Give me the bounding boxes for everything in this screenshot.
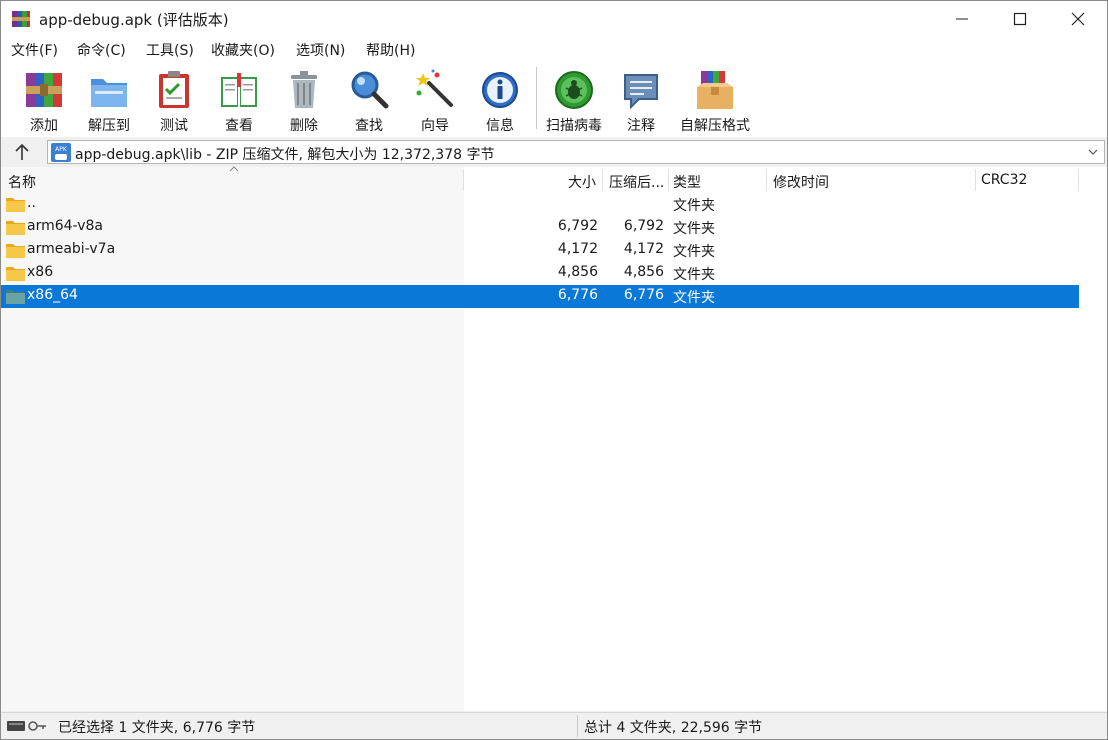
header-divider xyxy=(975,169,976,191)
folder-icon xyxy=(6,221,25,235)
scan-virus-button[interactable]: 扫描病毒 xyxy=(542,65,606,135)
menu-file[interactable]: 文件(F) xyxy=(11,40,58,60)
address-field[interactable]: APK app-debug.apk\lib - ZIP 压缩文件, 解包大小为 … xyxy=(47,140,1105,164)
row-type: 文件夹 xyxy=(673,290,715,306)
row-name: armeabi-v7a xyxy=(27,241,116,257)
row-size: 4,172 xyxy=(557,241,598,257)
row-type: 文件夹 xyxy=(673,244,715,260)
status-bar: 已经选择 1 文件夹, 6,776 字节 总计 4 文件夹, 22,596 字节 xyxy=(1,712,1107,739)
row-name: x86_64 xyxy=(27,287,78,303)
info-label: 信息 xyxy=(486,118,514,134)
svg-text:APK: APK xyxy=(55,146,68,153)
sfx-button[interactable]: 自解压格式 xyxy=(680,65,750,135)
menu-command[interactable]: 命令(C) xyxy=(77,40,126,60)
table-row-selected[interactable]: x86_64 6,776 6,776 文件夹 xyxy=(1,285,1079,308)
folder-icon xyxy=(6,290,25,304)
row-size: 6,776 xyxy=(557,287,598,303)
maximize-icon xyxy=(1013,12,1027,26)
menu-help[interactable]: 帮助(H) xyxy=(366,40,415,60)
table-row[interactable]: .. 文件夹 xyxy=(1,193,1079,216)
magnifier-icon xyxy=(351,71,389,109)
close-button[interactable] xyxy=(1049,1,1107,37)
status-divider xyxy=(577,715,578,737)
row-packed: 4,172 xyxy=(623,241,664,257)
row-type: 文件夹 xyxy=(673,221,715,237)
close-icon xyxy=(1071,12,1085,26)
menu-bar: 文件(F) 命令(C) 工具(S) 收藏夹(O) 选项(N) 帮助(H) xyxy=(1,37,1107,63)
header-divider xyxy=(668,169,669,191)
window-title: app-debug.apk (评估版本) xyxy=(39,11,229,29)
folder-icon xyxy=(6,244,25,258)
wizard-wand-icon xyxy=(416,69,453,107)
winrar-window: app-debug.apk (评估版本) 文件(F) 命令(C) 工具(S) 收… xyxy=(0,0,1108,740)
row-size: 6,792 xyxy=(557,218,598,234)
header-divider xyxy=(463,169,464,191)
maximize-button[interactable] xyxy=(991,1,1049,37)
row-type: 文件夹 xyxy=(673,198,715,214)
header-divider xyxy=(1078,169,1079,191)
winrar-app-icon xyxy=(12,11,30,27)
total-status: 总计 4 文件夹, 22,596 字节 xyxy=(584,720,763,736)
menu-favorites[interactable]: 收藏夹(O) xyxy=(211,40,275,60)
sort-ascending-icon xyxy=(229,166,239,172)
title-bar: app-debug.apk (评估版本) xyxy=(1,1,1107,37)
drive-key-icon xyxy=(7,721,46,731)
up-arrow-icon[interactable] xyxy=(11,142,33,162)
toolbar: 添加 解压到 测试 查看 删除 查找 向导 信息 扫描病毒 注释 自解压格式 xyxy=(1,63,1107,137)
selection-status: 已经选择 1 文件夹, 6,776 字节 xyxy=(58,720,256,736)
chevron-down-icon[interactable] xyxy=(1088,148,1098,156)
folder-icon xyxy=(6,198,25,212)
header-divider xyxy=(602,169,603,191)
row-name: x86 xyxy=(27,264,54,280)
info-button[interactable]: 信息 xyxy=(468,65,532,135)
row-type: 文件夹 xyxy=(673,267,715,283)
row-name: arm64-v8a xyxy=(27,218,103,234)
row-packed: 6,792 xyxy=(623,218,664,234)
header-divider xyxy=(766,169,767,191)
virus-scan-icon xyxy=(555,71,593,109)
row-packed: 4,856 xyxy=(623,264,664,280)
table-row[interactable]: armeabi-v7a 4,172 4,172 文件夹 xyxy=(1,239,1079,262)
address-path: app-debug.apk\lib - ZIP 压缩文件, 解包大小为 12,3… xyxy=(75,147,495,163)
trash-icon xyxy=(291,71,317,108)
test-clipboard-icon xyxy=(159,71,189,108)
table-row[interactable]: x86 4,856 4,856 文件夹 xyxy=(1,262,1079,285)
add-archive-icon xyxy=(26,73,62,107)
menu-options[interactable]: 选项(N) xyxy=(296,40,345,60)
folder-icon xyxy=(6,267,25,281)
address-bar: APK app-debug.apk\lib - ZIP 压缩文件, 解包大小为 … xyxy=(1,138,1107,166)
extract-folder-icon xyxy=(91,79,127,107)
row-name: .. xyxy=(27,195,36,211)
sfx-archive-icon xyxy=(697,71,733,109)
info-icon xyxy=(482,72,518,108)
apk-file-icon: APK xyxy=(51,143,71,162)
view-book-icon xyxy=(221,73,257,107)
comment-icon xyxy=(624,74,658,110)
comment-button[interactable]: 注释 xyxy=(609,65,673,135)
minimize-icon xyxy=(956,18,968,20)
row-size: 4,856 xyxy=(557,264,598,280)
menu-tools[interactable]: 工具(S) xyxy=(146,40,194,60)
toolbar-separator xyxy=(536,67,537,129)
find-button[interactable]: 查找 xyxy=(337,65,401,135)
minimize-button[interactable] xyxy=(933,1,991,37)
table-row[interactable]: arm64-v8a 6,792 6,792 文件夹 xyxy=(1,216,1079,239)
comment-label: 注释 xyxy=(627,118,655,134)
row-packed: 6,776 xyxy=(623,287,664,303)
sfx-label: 自解压格式 xyxy=(680,118,750,134)
